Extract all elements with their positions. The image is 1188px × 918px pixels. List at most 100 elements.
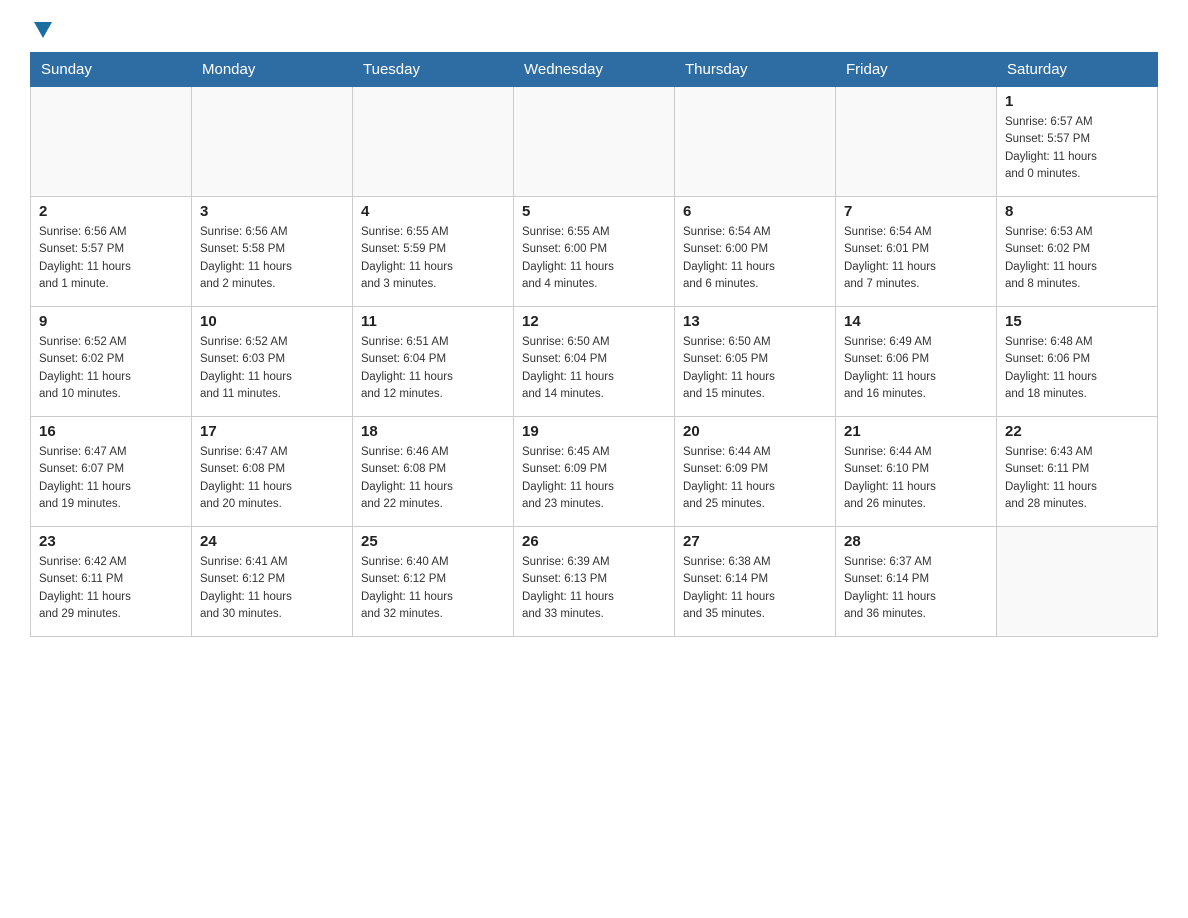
calendar-cell: 7 Sunrise: 6:54 AM Sunset: 6:01 PM Daylig…: [836, 197, 997, 307]
day-number: 26: [522, 533, 666, 550]
calendar-cell: [192, 87, 353, 197]
calendar-day-header-saturday: Saturday: [997, 53, 1158, 87]
day-number: 2: [39, 203, 183, 220]
day-info: Sunrise: 6:57 AM Sunset: 5:57 PM Dayligh…: [1005, 114, 1149, 183]
day-number: 12: [522, 313, 666, 330]
day-info: Sunrise: 6:46 AM Sunset: 6:08 PM Dayligh…: [361, 444, 505, 513]
day-number: 7: [844, 203, 988, 220]
calendar-cell: 17 Sunrise: 6:47 AM Sunset: 6:08 PM Dayli…: [192, 417, 353, 527]
calendar-cell: 2 Sunrise: 6:56 AM Sunset: 5:57 PM Daylig…: [31, 197, 192, 307]
calendar-cell: 3 Sunrise: 6:56 AM Sunset: 5:58 PM Daylig…: [192, 197, 353, 307]
day-info: Sunrise: 6:39 AM Sunset: 6:13 PM Dayligh…: [522, 554, 666, 623]
calendar-cell: [31, 87, 192, 197]
calendar-cell: 20 Sunrise: 6:44 AM Sunset: 6:09 PM Dayli…: [675, 417, 836, 527]
calendar-cell: 8 Sunrise: 6:53 AM Sunset: 6:02 PM Daylig…: [997, 197, 1158, 307]
day-info: Sunrise: 6:55 AM Sunset: 5:59 PM Dayligh…: [361, 224, 505, 293]
day-info: Sunrise: 6:56 AM Sunset: 5:58 PM Dayligh…: [200, 224, 344, 293]
calendar-week-row: 23Sunrise: 6:42 AM Sunset: 6:11 PM Dayli…: [31, 527, 1158, 637]
day-number: 3: [200, 203, 344, 220]
day-info: Sunrise: 6:54 AM Sunset: 6:01 PM Dayligh…: [844, 224, 988, 293]
day-number: 4: [361, 203, 505, 220]
day-number: 11: [361, 313, 505, 330]
calendar-cell: 22 Sunrise: 6:43 AM Sunset: 6:11 PM Dayli…: [997, 417, 1158, 527]
logo: [30, 20, 52, 32]
day-number: 6: [683, 203, 827, 220]
day-number: 22: [1005, 423, 1149, 440]
calendar-cell: 6 Sunrise: 6:54 AM Sunset: 6:00 PM Daylig…: [675, 197, 836, 307]
day-info: Sunrise: 6:38 AM Sunset: 6:14 PM Dayligh…: [683, 554, 827, 623]
day-number: 18: [361, 423, 505, 440]
day-info: Sunrise: 6:56 AM Sunset: 5:57 PM Dayligh…: [39, 224, 183, 293]
day-info: Sunrise: 6:45 AM Sunset: 6:09 PM Dayligh…: [522, 444, 666, 513]
calendar-cell: 28 Sunrise: 6:37 AM Sunset: 6:14 PM Dayli…: [836, 527, 997, 637]
calendar-cell: 4 Sunrise: 6:55 AM Sunset: 5:59 PM Daylig…: [353, 197, 514, 307]
calendar-cell: [836, 87, 997, 197]
day-number: 1: [1005, 93, 1149, 110]
calendar-cell: 11 Sunrise: 6:51 AM Sunset: 6:04 PM Dayli…: [353, 307, 514, 417]
calendar-cell: 18 Sunrise: 6:46 AM Sunset: 6:08 PM Dayli…: [353, 417, 514, 527]
calendar-cell: [675, 87, 836, 197]
day-info: Sunrise: 6:43 AM Sunset: 6:11 PM Dayligh…: [1005, 444, 1149, 513]
calendar-cell: 25 Sunrise: 6:40 AM Sunset: 6:12 PM Dayli…: [353, 527, 514, 637]
day-info: Sunrise: 6:55 AM Sunset: 6:00 PM Dayligh…: [522, 224, 666, 293]
day-info: Sunrise: 6:54 AM Sunset: 6:00 PM Dayligh…: [683, 224, 827, 293]
calendar-cell: 16 Sunrise: 6:47 AM Sunset: 6:07 PM Dayli…: [31, 417, 192, 527]
day-info: Sunrise: 6:41 AM Sunset: 6:12 PM Dayligh…: [200, 554, 344, 623]
day-info: Sunrise: 6:51 AM Sunset: 6:04 PM Dayligh…: [361, 334, 505, 403]
logo-triangle-icon: [34, 22, 52, 38]
calendar-cell: 12 Sunrise: 6:50 AM Sunset: 6:04 PM Dayli…: [514, 307, 675, 417]
calendar-cell: [997, 527, 1158, 637]
calendar-day-header-tuesday: Tuesday: [353, 53, 514, 87]
calendar-cell: 14Sunrise: 6:49 AM Sunset: 6:06 PM Dayli…: [836, 307, 997, 417]
calendar-week-row: 2 Sunrise: 6:56 AM Sunset: 5:57 PM Daylig…: [31, 197, 1158, 307]
calendar-day-header-thursday: Thursday: [675, 53, 836, 87]
day-number: 13: [683, 313, 827, 330]
day-info: Sunrise: 6:47 AM Sunset: 6:07 PM Dayligh…: [39, 444, 183, 513]
day-info: Sunrise: 6:53 AM Sunset: 6:02 PM Dayligh…: [1005, 224, 1149, 293]
day-info: Sunrise: 6:48 AM Sunset: 6:06 PM Dayligh…: [1005, 334, 1149, 403]
calendar-day-header-friday: Friday: [836, 53, 997, 87]
calendar-cell: 1 Sunrise: 6:57 AM Sunset: 5:57 PM Daylig…: [997, 87, 1158, 197]
calendar-cell: 15 Sunrise: 6:48 AM Sunset: 6:06 PM Dayli…: [997, 307, 1158, 417]
day-number: 17: [200, 423, 344, 440]
calendar-cell: 24 Sunrise: 6:41 AM Sunset: 6:12 PM Dayli…: [192, 527, 353, 637]
day-number: 19: [522, 423, 666, 440]
calendar-cell: 13 Sunrise: 6:50 AM Sunset: 6:05 PM Dayli…: [675, 307, 836, 417]
day-number: 25: [361, 533, 505, 550]
day-number: 15: [1005, 313, 1149, 330]
calendar-cell: 23Sunrise: 6:42 AM Sunset: 6:11 PM Dayli…: [31, 527, 192, 637]
calendar-cell: 9 Sunrise: 6:52 AM Sunset: 6:02 PM Daylig…: [31, 307, 192, 417]
calendar-cell: 10Sunrise: 6:52 AM Sunset: 6:03 PM Dayli…: [192, 307, 353, 417]
day-info: Sunrise: 6:50 AM Sunset: 6:05 PM Dayligh…: [683, 334, 827, 403]
day-number: 9: [39, 313, 183, 330]
day-info: Sunrise: 6:40 AM Sunset: 6:12 PM Dayligh…: [361, 554, 505, 623]
day-number: 16: [39, 423, 183, 440]
day-info: Sunrise: 6:50 AM Sunset: 6:04 PM Dayligh…: [522, 334, 666, 403]
calendar-week-row: 1 Sunrise: 6:57 AM Sunset: 5:57 PM Daylig…: [31, 87, 1158, 197]
day-number: 24: [200, 533, 344, 550]
day-number: 28: [844, 533, 988, 550]
calendar-cell: [353, 87, 514, 197]
calendar-table: SundayMondayTuesdayWednesdayThursdayFrid…: [30, 52, 1158, 637]
day-info: Sunrise: 6:52 AM Sunset: 6:02 PM Dayligh…: [39, 334, 183, 403]
day-info: Sunrise: 6:42 AM Sunset: 6:11 PM Dayligh…: [39, 554, 183, 623]
day-number: 10: [200, 313, 344, 330]
calendar-day-header-monday: Monday: [192, 53, 353, 87]
page-header: [30, 20, 1158, 32]
day-number: 21: [844, 423, 988, 440]
day-info: Sunrise: 6:44 AM Sunset: 6:10 PM Dayligh…: [844, 444, 988, 513]
calendar-cell: 26 Sunrise: 6:39 AM Sunset: 6:13 PM Dayli…: [514, 527, 675, 637]
calendar-week-row: 16 Sunrise: 6:47 AM Sunset: 6:07 PM Dayli…: [31, 417, 1158, 527]
calendar-week-row: 9 Sunrise: 6:52 AM Sunset: 6:02 PM Daylig…: [31, 307, 1158, 417]
day-number: 8: [1005, 203, 1149, 220]
day-number: 5: [522, 203, 666, 220]
day-number: 14: [844, 313, 988, 330]
day-number: 20: [683, 423, 827, 440]
day-info: Sunrise: 6:47 AM Sunset: 6:08 PM Dayligh…: [200, 444, 344, 513]
day-info: Sunrise: 6:37 AM Sunset: 6:14 PM Dayligh…: [844, 554, 988, 623]
day-info: Sunrise: 6:44 AM Sunset: 6:09 PM Dayligh…: [683, 444, 827, 513]
calendar-day-header-sunday: Sunday: [31, 53, 192, 87]
calendar-cell: 27Sunrise: 6:38 AM Sunset: 6:14 PM Dayli…: [675, 527, 836, 637]
calendar-cell: 21 Sunrise: 6:44 AM Sunset: 6:10 PM Dayli…: [836, 417, 997, 527]
calendar-day-header-wednesday: Wednesday: [514, 53, 675, 87]
